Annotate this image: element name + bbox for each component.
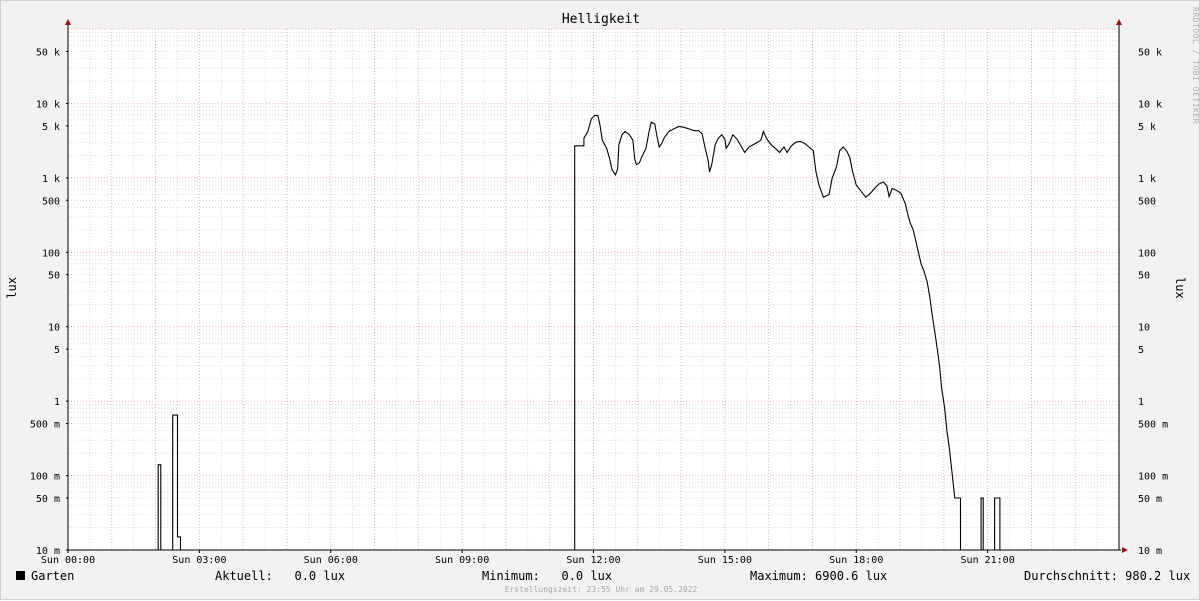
y-tick-label-left: 50 k bbox=[36, 47, 60, 58]
y-tick-label-right: 10 bbox=[1138, 323, 1150, 334]
y-tick-label-right: 10 k bbox=[1138, 99, 1162, 110]
y-tick-label-right: 50 k bbox=[1138, 47, 1162, 58]
y-tick-label-right: 500 m bbox=[1138, 420, 1168, 431]
x-axis-arrow bbox=[1122, 547, 1128, 553]
y-tick-label-right: 50 bbox=[1138, 271, 1150, 282]
y-tick-label-right: 5 k bbox=[1138, 122, 1156, 133]
x-tick-label: Sun 06:00 bbox=[304, 555, 358, 566]
y-tick-label-left: 500 m bbox=[30, 420, 60, 431]
x-tick-label: Sun 12:00 bbox=[566, 555, 620, 566]
y-tick-label-right: 1 bbox=[1138, 397, 1144, 408]
y-axis-arrow-right bbox=[1116, 19, 1122, 25]
y-tick-label-left: 1 k bbox=[42, 174, 60, 185]
y-tick-label-left: 5 k bbox=[42, 122, 60, 133]
legend-swatch bbox=[16, 571, 25, 580]
x-tick-label: Sun 18:00 bbox=[829, 555, 883, 566]
y-tick-label-left: 10 bbox=[48, 323, 60, 334]
y-axis-arrow-left bbox=[65, 19, 71, 25]
y-tick-label-right: 5 bbox=[1138, 345, 1144, 356]
y-tick-label-left: 5 bbox=[54, 345, 60, 356]
y-tick-label-right: 100 bbox=[1138, 248, 1156, 259]
y-tick-label-right: 1 k bbox=[1138, 174, 1156, 185]
y-tick-label-left: 50 m bbox=[36, 494, 60, 505]
creation-time: Erstellungszeit: 23:55 Uhr am 29.05.2022 bbox=[504, 585, 698, 594]
y-tick-label-right: 100 m bbox=[1138, 472, 1168, 483]
x-tick-label: Sun 09:00 bbox=[435, 555, 489, 566]
legend-minimum: Minimum: 0.0 lux bbox=[482, 569, 613, 583]
y-tick-label-right: 50 m bbox=[1138, 494, 1162, 505]
y-tick-label-right: 10 m bbox=[1138, 546, 1162, 557]
legend-average: Durchschnitt: 980.2 lux bbox=[1024, 569, 1191, 583]
y-tick-label-left: 1 bbox=[54, 397, 60, 408]
y-tick-label-left: 50 bbox=[48, 271, 60, 282]
y-tick-label-left: 10 k bbox=[36, 99, 60, 110]
legend-series-name: Garten bbox=[31, 569, 75, 583]
chart-canvas: 50 k 50 k 10 k 10 k 5 k 5 k 1 k 1 k 500 500 100 100… bbox=[30, 19, 1168, 566]
x-tick-label: Sun 21:00 bbox=[961, 555, 1015, 566]
y-tick-label-right: 500 bbox=[1138, 196, 1156, 207]
y-tick-label-left: 100 m bbox=[30, 472, 60, 483]
y-tick-label-left: 500 bbox=[42, 196, 60, 207]
legend-maximum: Maximum: 6900.6 lux bbox=[750, 569, 888, 583]
legend-current: Aktuell: 0.0 lux bbox=[215, 569, 346, 583]
graph-frame: Helligkeit RRDTOOL / TOBI OETIKER lux lu… bbox=[0, 0, 1200, 600]
x-tick-label: Sun 00:00 bbox=[41, 555, 95, 566]
x-tick-label: Sun 03:00 bbox=[172, 555, 226, 566]
x-tick-label: Sun 15:00 bbox=[698, 555, 752, 566]
y-tick-label-left: 100 bbox=[42, 248, 60, 259]
